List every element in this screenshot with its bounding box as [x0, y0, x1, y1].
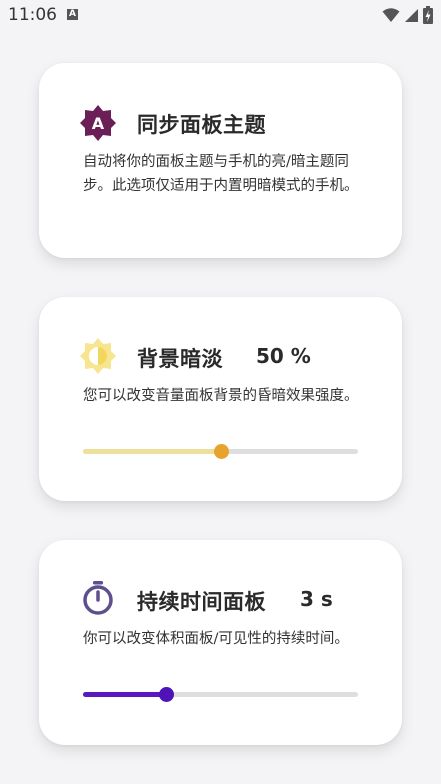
background-dim-slider-fill — [83, 449, 221, 454]
background-dim-title: 背景暗淡 — [137, 347, 223, 371]
brightness-dim-icon — [80, 338, 116, 374]
background-dim-slider[interactable] — [83, 444, 358, 459]
panel-duration-slider-thumb[interactable] — [158, 687, 174, 702]
background-dim-slider-thumb[interactable] — [213, 444, 229, 459]
timer-icon — [83, 581, 113, 615]
notification-a-icon: A — [67, 9, 78, 20]
panel-duration-slider-fill — [83, 692, 166, 697]
status-icons — [382, 6, 433, 24]
theme-badge-letter: A — [92, 114, 105, 133]
status-time: 11:06 — [8, 5, 57, 25]
panel-duration-slider[interactable] — [83, 687, 358, 702]
status-bar: 11:06 A — [0, 0, 441, 32]
background-dim-value: 50 % — [256, 344, 311, 368]
wifi-icon — [382, 8, 400, 22]
panel-duration-value: 3 s — [300, 587, 333, 611]
panel-duration-description: 你可以改变体积面板/可见性的持续时间。 — [83, 631, 349, 647]
battery-charging-icon — [423, 6, 433, 24]
theme-badge-icon: A — [80, 105, 116, 141]
panel-duration-title: 持续时间面板 — [137, 590, 266, 614]
background-dim-description: 您可以改变音量面板背景的昏暗效果强度。 — [83, 388, 359, 404]
signal-icon — [405, 9, 418, 22]
background-dim-card: 背景暗淡 50 % 您可以改变音量面板背景的昏暗效果强度。 — [39, 297, 402, 501]
sync-theme-title: 同步面板主题 — [137, 113, 266, 137]
sync-theme-description: 自动将你的面板主题与手机的亮/暗主题同步。此选项仅适用于内置明暗模式的手机。 — [83, 154, 359, 194]
sync-theme-card[interactable]: A 同步面板主题 自动将你的面板主题与手机的亮/暗主题同步。此选项仅适用于内置明… — [39, 63, 402, 258]
panel-duration-card: 持续时间面板 3 s 你可以改变体积面板/可见性的持续时间。 — [39, 540, 402, 745]
